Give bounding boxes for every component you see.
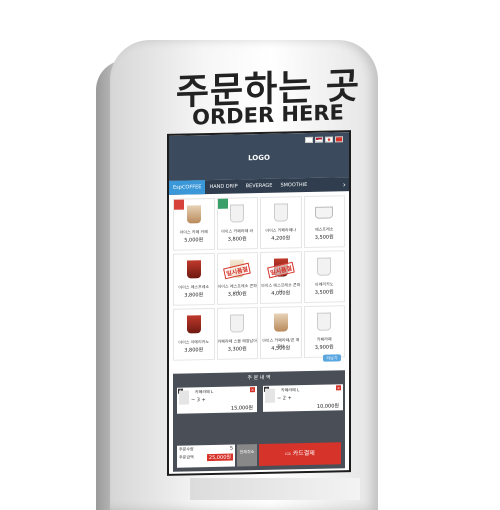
logo: LOGO: [248, 153, 270, 163]
product-name: 아이스 에스프레소: [178, 284, 210, 290]
product-name: 아이스 카페라떼나: [265, 227, 297, 233]
language-selector[interactable]: [305, 136, 343, 144]
flag-korea-icon[interactable]: [305, 136, 313, 144]
plus-icon[interactable]: +: [286, 395, 292, 401]
order-item-price: 10,000원: [316, 403, 339, 410]
quantity-stepper[interactable]: − 3 +: [191, 397, 206, 403]
tab-espcoffee[interactable]: EspCOFFEE: [169, 180, 206, 195]
drink-cup-icon: [186, 315, 201, 334]
product-price: 4,200원: [271, 235, 291, 242]
kiosk-screen: LOGO EspCOFFEE HAND DRIP BEVERAGE SMOOTHIE ›…: [167, 130, 351, 476]
product-card[interactable]: 아이스 카페라떼/콘 매장남 4,500원: [260, 306, 302, 359]
product-name: 아이스 아메리카노: [178, 339, 210, 345]
product-card[interactable]: 일시품절 아이스 에스프레소 콘파냐 3,800원: [216, 252, 258, 305]
drink-cup-icon: [273, 203, 288, 222]
product-grid: 아이스 카페 카페 5,000원 아이스 카페라떼 라 3,800원 아이스 카페라떼나…: [173, 195, 345, 361]
close-icon[interactable]: ×: [336, 385, 341, 391]
product-card[interactable]: 에스프레소 3,500원: [303, 195, 345, 249]
product-price: 3,800원: [227, 291, 247, 298]
qty-value: 5: [229, 445, 233, 452]
product-card[interactable]: 카페라떼 스몰 매장남아 3,300원: [216, 307, 258, 360]
product-price: 3,300원: [227, 346, 247, 353]
product-card[interactable]: 일시품절 아이스 에스프레소 콘파냐 4,000원: [260, 251, 302, 304]
product-name: 카페라떼 스몰 매장남아: [217, 338, 257, 344]
new-ribbon-icon: [217, 198, 228, 209]
product-price: 3,900원: [314, 344, 334, 351]
order-item-price: 15,000원: [230, 405, 253, 412]
order-title: 주 문 내 역: [247, 374, 271, 382]
drink-thumb-icon: [265, 388, 275, 403]
product-price: 4,500원: [271, 345, 291, 352]
order-item-name: 카페라떼 L: [195, 388, 214, 395]
drink-cup-icon: [186, 205, 201, 224]
product-price: 4,000원: [271, 290, 291, 297]
card-icon: ▭: [285, 450, 293, 458]
total-value: 25,000원: [206, 453, 233, 462]
card-pay-label: 카드결제: [292, 449, 315, 458]
kiosk-stand: [190, 478, 360, 500]
product-name: 아이스 카페 카페: [179, 229, 208, 235]
flag-china-icon[interactable]: [335, 136, 343, 143]
kiosk-illustration: 주문하는 곳 ORDER HERE LOGO EspCOFFEE HAND DRI…: [0, 0, 500, 510]
close-icon[interactable]: ×: [250, 387, 255, 393]
order-item: 1카페라떼 L− 3 +15,000원×: [177, 386, 257, 414]
flag-japan-icon[interactable]: [325, 136, 333, 143]
tab-beverage[interactable]: BEVERAGE: [242, 179, 277, 194]
order-summary: 주문수량 5 주문금액 25,000원: [177, 444, 235, 468]
product-name: 아메리카노: [315, 281, 334, 287]
drink-cup-icon: [315, 206, 334, 219]
product-price: 3,800원: [227, 236, 247, 243]
card-pay-button[interactable]: ▭ 카드결제: [259, 442, 341, 466]
order-item-name: 카페라떼 L: [281, 387, 300, 393]
flag-usa-icon[interactable]: [315, 136, 323, 143]
order-panel: 주 문 내 역 1카페라떼 L− 3 +15,000원×2카페라떼 L− 2 +…: [173, 370, 345, 472]
product-card[interactable]: 카페라떼 3,900원: [303, 305, 345, 359]
product-card[interactable]: 아이스 카페 카페 5,000원: [173, 197, 215, 251]
product-card[interactable]: 아이스 에스프레소 3,800원: [173, 252, 215, 306]
product-card[interactable]: 아메리카노 3,500원: [303, 250, 345, 304]
drink-cup-icon: [273, 313, 288, 332]
total-label: 주문금액: [179, 454, 194, 460]
product-price: 3,500원: [314, 234, 334, 241]
product-card[interactable]: 아이스 카페라떼 라 3,800원: [216, 197, 258, 250]
tab-hand-drip[interactable]: HAND DRIP: [205, 179, 241, 194]
screen-header: LOGO: [169, 132, 349, 181]
drink-cup-icon: [230, 204, 245, 223]
product-card[interactable]: 아이스 카페라떼나 4,200원: [260, 196, 302, 249]
cancel-all-button[interactable]: 전체취소: [237, 444, 257, 467]
product-price: 3,800원: [184, 347, 204, 354]
product-price: 3,500원: [314, 289, 334, 296]
drink-cup-icon: [317, 257, 332, 276]
quantity-stepper[interactable]: − 2 +: [277, 395, 292, 401]
drink-thumb-icon: [179, 390, 189, 405]
qty-label: 주문수량: [179, 446, 194, 452]
tab-smoothie[interactable]: SMOOTHIE: [276, 178, 311, 193]
product-card[interactable]: 아이스 아메리카노 3,800원: [173, 307, 215, 361]
product-price: 5,000원: [184, 237, 204, 244]
plus-icon[interactable]: +: [200, 397, 206, 403]
product-name: 아이스 카페라떼 라: [221, 228, 254, 234]
category-tabs: EspCOFFEE HAND DRIP BEVERAGE SMOOTHIE ›: [169, 177, 349, 195]
drink-cup-icon: [317, 312, 332, 331]
drink-cup-icon: [230, 314, 245, 333]
order-item: 2카페라떼 L− 2 +10,000원×: [263, 384, 343, 412]
product-name: 카페라떼: [316, 336, 332, 342]
product-price: 3,800원: [184, 292, 204, 299]
new-ribbon-icon: [174, 199, 184, 210]
product-name: 에스프레소: [315, 226, 334, 232]
drink-cup-icon: [186, 260, 201, 279]
chevron-right-icon[interactable]: ›: [340, 180, 349, 189]
more-button[interactable]: 더보기: [323, 354, 341, 362]
